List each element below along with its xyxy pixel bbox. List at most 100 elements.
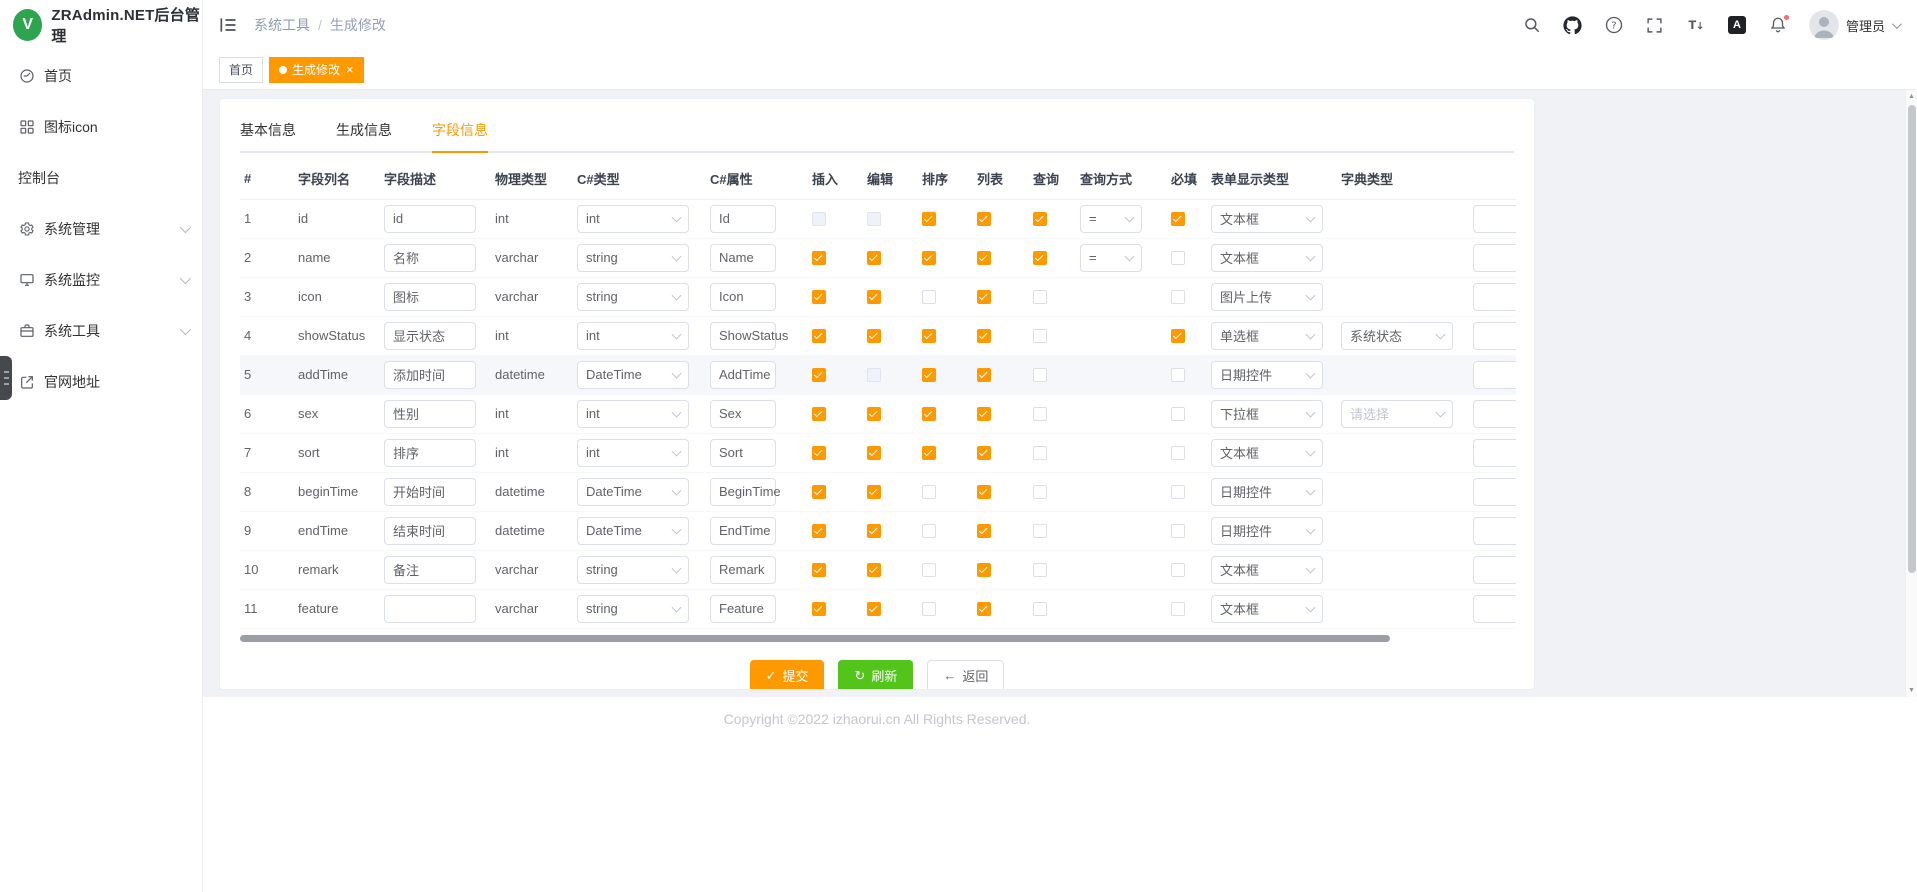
display-type-select[interactable]: 下拉框	[1211, 400, 1323, 428]
insert-checkbox[interactable]	[812, 329, 826, 343]
search-icon[interactable]	[1522, 15, 1542, 35]
edit-checkbox[interactable]	[867, 290, 881, 304]
fullscreen-icon[interactable]	[1645, 15, 1665, 35]
insert-checkbox[interactable]	[812, 446, 826, 460]
description-input[interactable]: 结束时间	[384, 517, 476, 545]
sort-checkbox[interactable]	[922, 446, 936, 460]
sort-checkbox[interactable]	[922, 368, 936, 382]
description-input[interactable]: 排序	[384, 439, 476, 467]
required-checkbox[interactable]	[1171, 485, 1185, 499]
csharp-type-select[interactable]: DateTime	[577, 517, 689, 545]
csharp-type-select[interactable]: int	[577, 400, 689, 428]
sidebar-item-icons[interactable]: 图标icon	[0, 101, 202, 152]
sidebar-item-system-tools[interactable]: 系统工具	[0, 305, 202, 356]
edit-checkbox[interactable]	[867, 563, 881, 577]
csharp-type-select[interactable]: string	[577, 244, 689, 272]
required-checkbox[interactable]	[1171, 290, 1185, 304]
edit-checkbox[interactable]	[867, 407, 881, 421]
description-input[interactable]: 图标	[384, 283, 476, 311]
required-checkbox[interactable]	[1171, 524, 1185, 538]
insert-checkbox[interactable]	[812, 251, 826, 265]
extra-input[interactable]	[1473, 517, 1516, 545]
github-icon[interactable]	[1563, 15, 1583, 35]
list-checkbox[interactable]	[977, 563, 991, 577]
display-type-select[interactable]: 文本框	[1211, 244, 1323, 272]
query-checkbox[interactable]	[1033, 407, 1047, 421]
csharp-type-select[interactable]: string	[577, 283, 689, 311]
description-input[interactable]: 备注	[384, 556, 476, 584]
edit-checkbox[interactable]	[867, 524, 881, 538]
extra-input[interactable]	[1473, 244, 1516, 272]
edit-checkbox[interactable]	[867, 329, 881, 343]
sidebar-item-home[interactable]: 首页	[0, 50, 202, 101]
list-checkbox[interactable]	[977, 446, 991, 460]
insert-checkbox[interactable]	[812, 485, 826, 499]
tab-generate-info[interactable]: 生成信息	[336, 117, 392, 151]
description-input[interactable]: 开始时间	[384, 478, 476, 506]
required-checkbox[interactable]	[1171, 407, 1185, 421]
display-type-select[interactable]: 文本框	[1211, 556, 1323, 584]
query-checkbox[interactable]	[1033, 524, 1047, 538]
sort-checkbox[interactable]	[922, 485, 936, 499]
help-icon[interactable]: ?	[1604, 15, 1624, 35]
language-icon[interactable]: A	[1727, 15, 1747, 35]
list-checkbox[interactable]	[977, 251, 991, 265]
display-type-select[interactable]: 日期控件	[1211, 478, 1323, 506]
sidebar-item-console[interactable]: 控制台	[0, 152, 202, 203]
extra-input[interactable]	[1473, 556, 1516, 584]
tag-generate-edit[interactable]: 生成修改 ×	[269, 57, 364, 83]
app-logo[interactable]: V ZRAdmin.NET后台管理	[0, 0, 202, 50]
scroll-up-arrow[interactable]: ▲	[1906, 90, 1917, 103]
submit-button[interactable]: ✓ 提交	[750, 660, 825, 691]
sidebar-item-system-monitor[interactable]: 系统监控	[0, 254, 202, 305]
list-checkbox[interactable]	[977, 524, 991, 538]
sort-checkbox[interactable]	[922, 524, 936, 538]
extra-input[interactable]	[1473, 205, 1516, 233]
display-type-select[interactable]: 文本框	[1211, 595, 1323, 623]
close-icon[interactable]: ×	[346, 63, 354, 76]
csharp-property-input[interactable]: BeginTime	[710, 478, 776, 506]
csharp-property-input[interactable]: Sort	[710, 439, 776, 467]
query-checkbox[interactable]	[1033, 329, 1047, 343]
csharp-property-input[interactable]: AddTime	[710, 361, 776, 389]
extra-input[interactable]	[1473, 400, 1516, 428]
sidebar-item-official-site[interactable]: 官网地址	[0, 356, 202, 407]
sort-checkbox[interactable]	[922, 290, 936, 304]
fold-menu-icon[interactable]	[217, 14, 239, 36]
description-input[interactable]	[384, 595, 476, 623]
display-type-select[interactable]: 单选框	[1211, 322, 1323, 350]
csharp-property-input[interactable]: Icon	[710, 283, 776, 311]
list-checkbox[interactable]	[977, 485, 991, 499]
list-checkbox[interactable]	[977, 602, 991, 616]
required-checkbox[interactable]	[1171, 563, 1185, 577]
extra-input[interactable]	[1473, 439, 1516, 467]
sort-checkbox[interactable]	[922, 329, 936, 343]
theme-drawer-handle[interactable]	[0, 356, 12, 400]
edit-checkbox[interactable]	[867, 485, 881, 499]
query-checkbox[interactable]	[1033, 446, 1047, 460]
insert-checkbox[interactable]	[812, 524, 826, 538]
notification-bell-icon[interactable]	[1768, 15, 1788, 35]
required-checkbox[interactable]	[1171, 368, 1185, 382]
sort-checkbox[interactable]	[922, 251, 936, 265]
query-type-select[interactable]: =	[1080, 205, 1142, 233]
tab-field-info[interactable]: 字段信息	[432, 117, 488, 151]
insert-checkbox[interactable]	[812, 290, 826, 304]
query-type-select[interactable]: =	[1080, 244, 1142, 272]
extra-input[interactable]	[1473, 595, 1516, 623]
csharp-type-select[interactable]: int	[577, 322, 689, 350]
csharp-property-input[interactable]: EndTime	[710, 517, 776, 545]
list-checkbox[interactable]	[977, 212, 991, 226]
edit-checkbox[interactable]	[867, 251, 881, 265]
csharp-type-select[interactable]: int	[577, 205, 689, 233]
csharp-type-select[interactable]: string	[577, 556, 689, 584]
csharp-type-select[interactable]: string	[577, 595, 689, 623]
list-checkbox[interactable]	[977, 329, 991, 343]
query-checkbox[interactable]	[1033, 212, 1047, 226]
query-checkbox[interactable]	[1033, 485, 1047, 499]
breadcrumb-item[interactable]: 系统工具	[254, 15, 310, 35]
csharp-property-input[interactable]: ShowStatus	[710, 322, 776, 350]
tab-basic-info[interactable]: 基本信息	[240, 117, 296, 151]
csharp-type-select[interactable]: DateTime	[577, 361, 689, 389]
sort-checkbox[interactable]	[922, 602, 936, 616]
